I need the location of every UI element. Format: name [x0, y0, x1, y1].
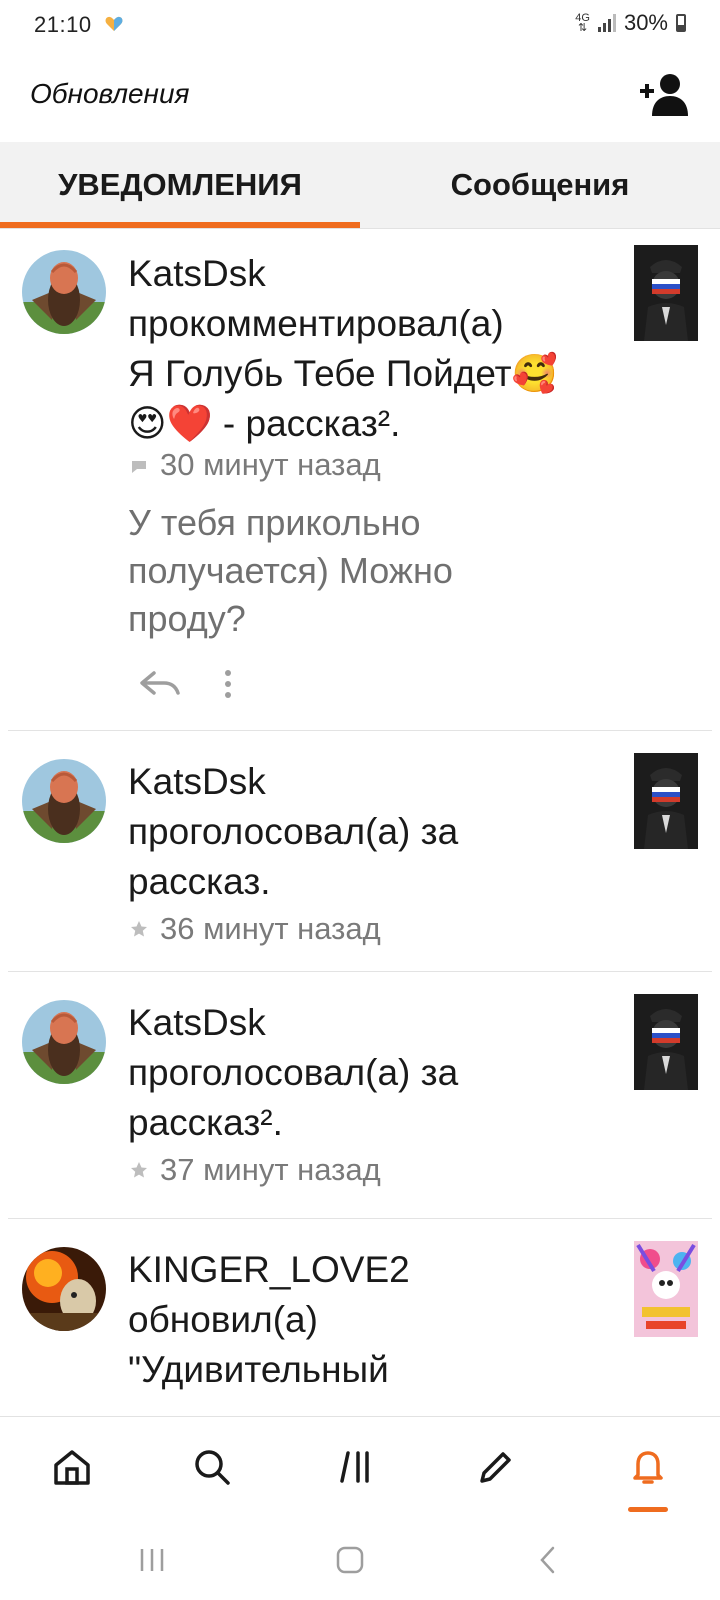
notification-meta: 37 минут назад: [128, 1152, 381, 1188]
nav-search[interactable]: [182, 1437, 242, 1497]
active-tab-indicator: [0, 222, 360, 228]
avatar-image: [22, 1000, 106, 1084]
write-icon: [480, 1452, 511, 1483]
bottom-navigation: [0, 1416, 720, 1521]
notification-meta: 30 минут назад: [128, 447, 381, 483]
story-cover[interactable]: [634, 994, 698, 1090]
story-cover-image: [634, 245, 698, 341]
nav-write[interactable]: [466, 1437, 526, 1497]
battery-percent: 30%: [623, 10, 668, 35]
username[interactable]: KatsDsk: [128, 998, 608, 1048]
avatar[interactable]: [22, 759, 106, 843]
action-text: проголосовал(а) за: [128, 1052, 459, 1093]
home-button[interactable]: [330, 1542, 370, 1578]
story-cover-image: [634, 753, 698, 849]
story-cover-image: [634, 1241, 698, 1337]
more-options-icon[interactable]: [222, 667, 234, 701]
story-title[interactable]: рассказ.: [128, 857, 608, 907]
timestamp: 30 минут назад: [160, 447, 381, 482]
story-title[interactable]: "Удивительный: [128, 1345, 608, 1395]
notification-item[interactable]: KINGER_LOVE2 обновил(а) "Удивительный: [8, 1219, 712, 1439]
action-text: прокомментировал(а): [128, 303, 504, 344]
username[interactable]: KINGER_LOVE2: [128, 1245, 608, 1295]
nav-home[interactable]: [42, 1437, 102, 1497]
tab-messages[interactable]: Сообщения: [360, 142, 720, 228]
story-cover[interactable]: [634, 1241, 698, 1337]
comment-line: получается) Можно: [128, 550, 453, 591]
bell-icon: [633, 1451, 663, 1484]
reply-icon[interactable]: [138, 669, 182, 699]
home-square-icon: [336, 1546, 364, 1574]
network-indicator: 4G ⇅: [575, 13, 590, 34]
comment-line: проду?: [128, 598, 246, 639]
app-header: Обновления: [0, 56, 720, 142]
back-button[interactable]: [528, 1542, 568, 1578]
active-nav-indicator: [628, 1507, 668, 1512]
avatar[interactable]: [22, 1247, 106, 1331]
battery-icon: [676, 14, 686, 32]
recent-apps-icon: [140, 1549, 164, 1571]
notification-text: KINGER_LOVE2 обновил(а) "Удивительный: [128, 1245, 608, 1395]
status-time: 21:10: [34, 12, 92, 37]
story-title[interactable]: рассказ².: [128, 1098, 608, 1148]
avatar-image: [22, 1247, 106, 1331]
star-icon: [131, 1162, 147, 1178]
recent-apps-button[interactable]: [132, 1542, 172, 1578]
comment-text: У тебя прикольно получается) Можно проду…: [128, 499, 608, 643]
add-user-icon[interactable]: [638, 72, 690, 116]
tab-bar: УВЕДОМЛЕНИЯ Сообщения: [0, 142, 720, 229]
story-title[interactable]: Я Голубь Тебе Пойдет🥰: [128, 349, 608, 399]
tab-notifications[interactable]: УВЕДОМЛЕНИЯ: [0, 142, 360, 228]
star-icon: [131, 921, 147, 937]
notification-item[interactable]: KatsDsk проголосовал(а) за рассказ². 37 …: [8, 972, 712, 1219]
notification-text: KatsDsk прокомментировал(а) Я Голубь Теб…: [128, 249, 608, 449]
back-icon: [540, 1546, 555, 1574]
page-title: Обновления: [30, 78, 190, 109]
search-icon: [195, 1450, 230, 1485]
story-cover[interactable]: [634, 245, 698, 341]
username[interactable]: KatsDsk: [128, 757, 608, 807]
comment-actions: [138, 667, 234, 701]
notification-item[interactable]: KatsDsk проголосовал(а) за рассказ. 36 м…: [8, 731, 712, 972]
comment-icon: [132, 461, 146, 473]
avatar-image: [22, 759, 106, 843]
signal-icon: [597, 14, 616, 32]
story-title-cont[interactable]: 😍❤️ - рассказ².: [128, 399, 608, 449]
notification-meta: 36 минут назад: [128, 911, 381, 947]
timestamp: 37 минут назад: [160, 1152, 381, 1187]
story-cover-image: [634, 994, 698, 1090]
avatar[interactable]: [22, 250, 106, 334]
nav-notifications[interactable]: [618, 1437, 678, 1497]
username[interactable]: KatsDsk: [128, 249, 608, 299]
action-text: обновил(а): [128, 1299, 318, 1340]
notification-text: KatsDsk проголосовал(а) за рассказ².: [128, 998, 608, 1148]
data-arrows-icon: ⇅: [578, 22, 588, 34]
system-navigation: [0, 1520, 720, 1600]
notification-text: KatsDsk проголосовал(а) за рассказ.: [128, 757, 608, 907]
notifications-list: KatsDsk прокомментировал(а) Я Голубь Теб…: [0, 229, 720, 1439]
avatar-image: [22, 250, 106, 334]
nav-library[interactable]: [326, 1437, 386, 1497]
action-text: проголосовал(а) за: [128, 811, 459, 852]
notification-item[interactable]: KatsDsk прокомментировал(а) Я Голубь Теб…: [8, 229, 712, 731]
status-right: 4G ⇅ 30%: [575, 10, 686, 36]
comment-line: У тебя прикольно: [128, 502, 421, 543]
home-icon: [54, 1450, 90, 1485]
story-cover[interactable]: [634, 753, 698, 849]
status-bar: 21:10 4G ⇅ 30%: [0, 0, 720, 56]
library-icon: [340, 1451, 369, 1483]
avatar[interactable]: [22, 1000, 106, 1084]
timestamp: 36 минут назад: [160, 911, 381, 946]
heart-icon: [105, 16, 123, 31]
